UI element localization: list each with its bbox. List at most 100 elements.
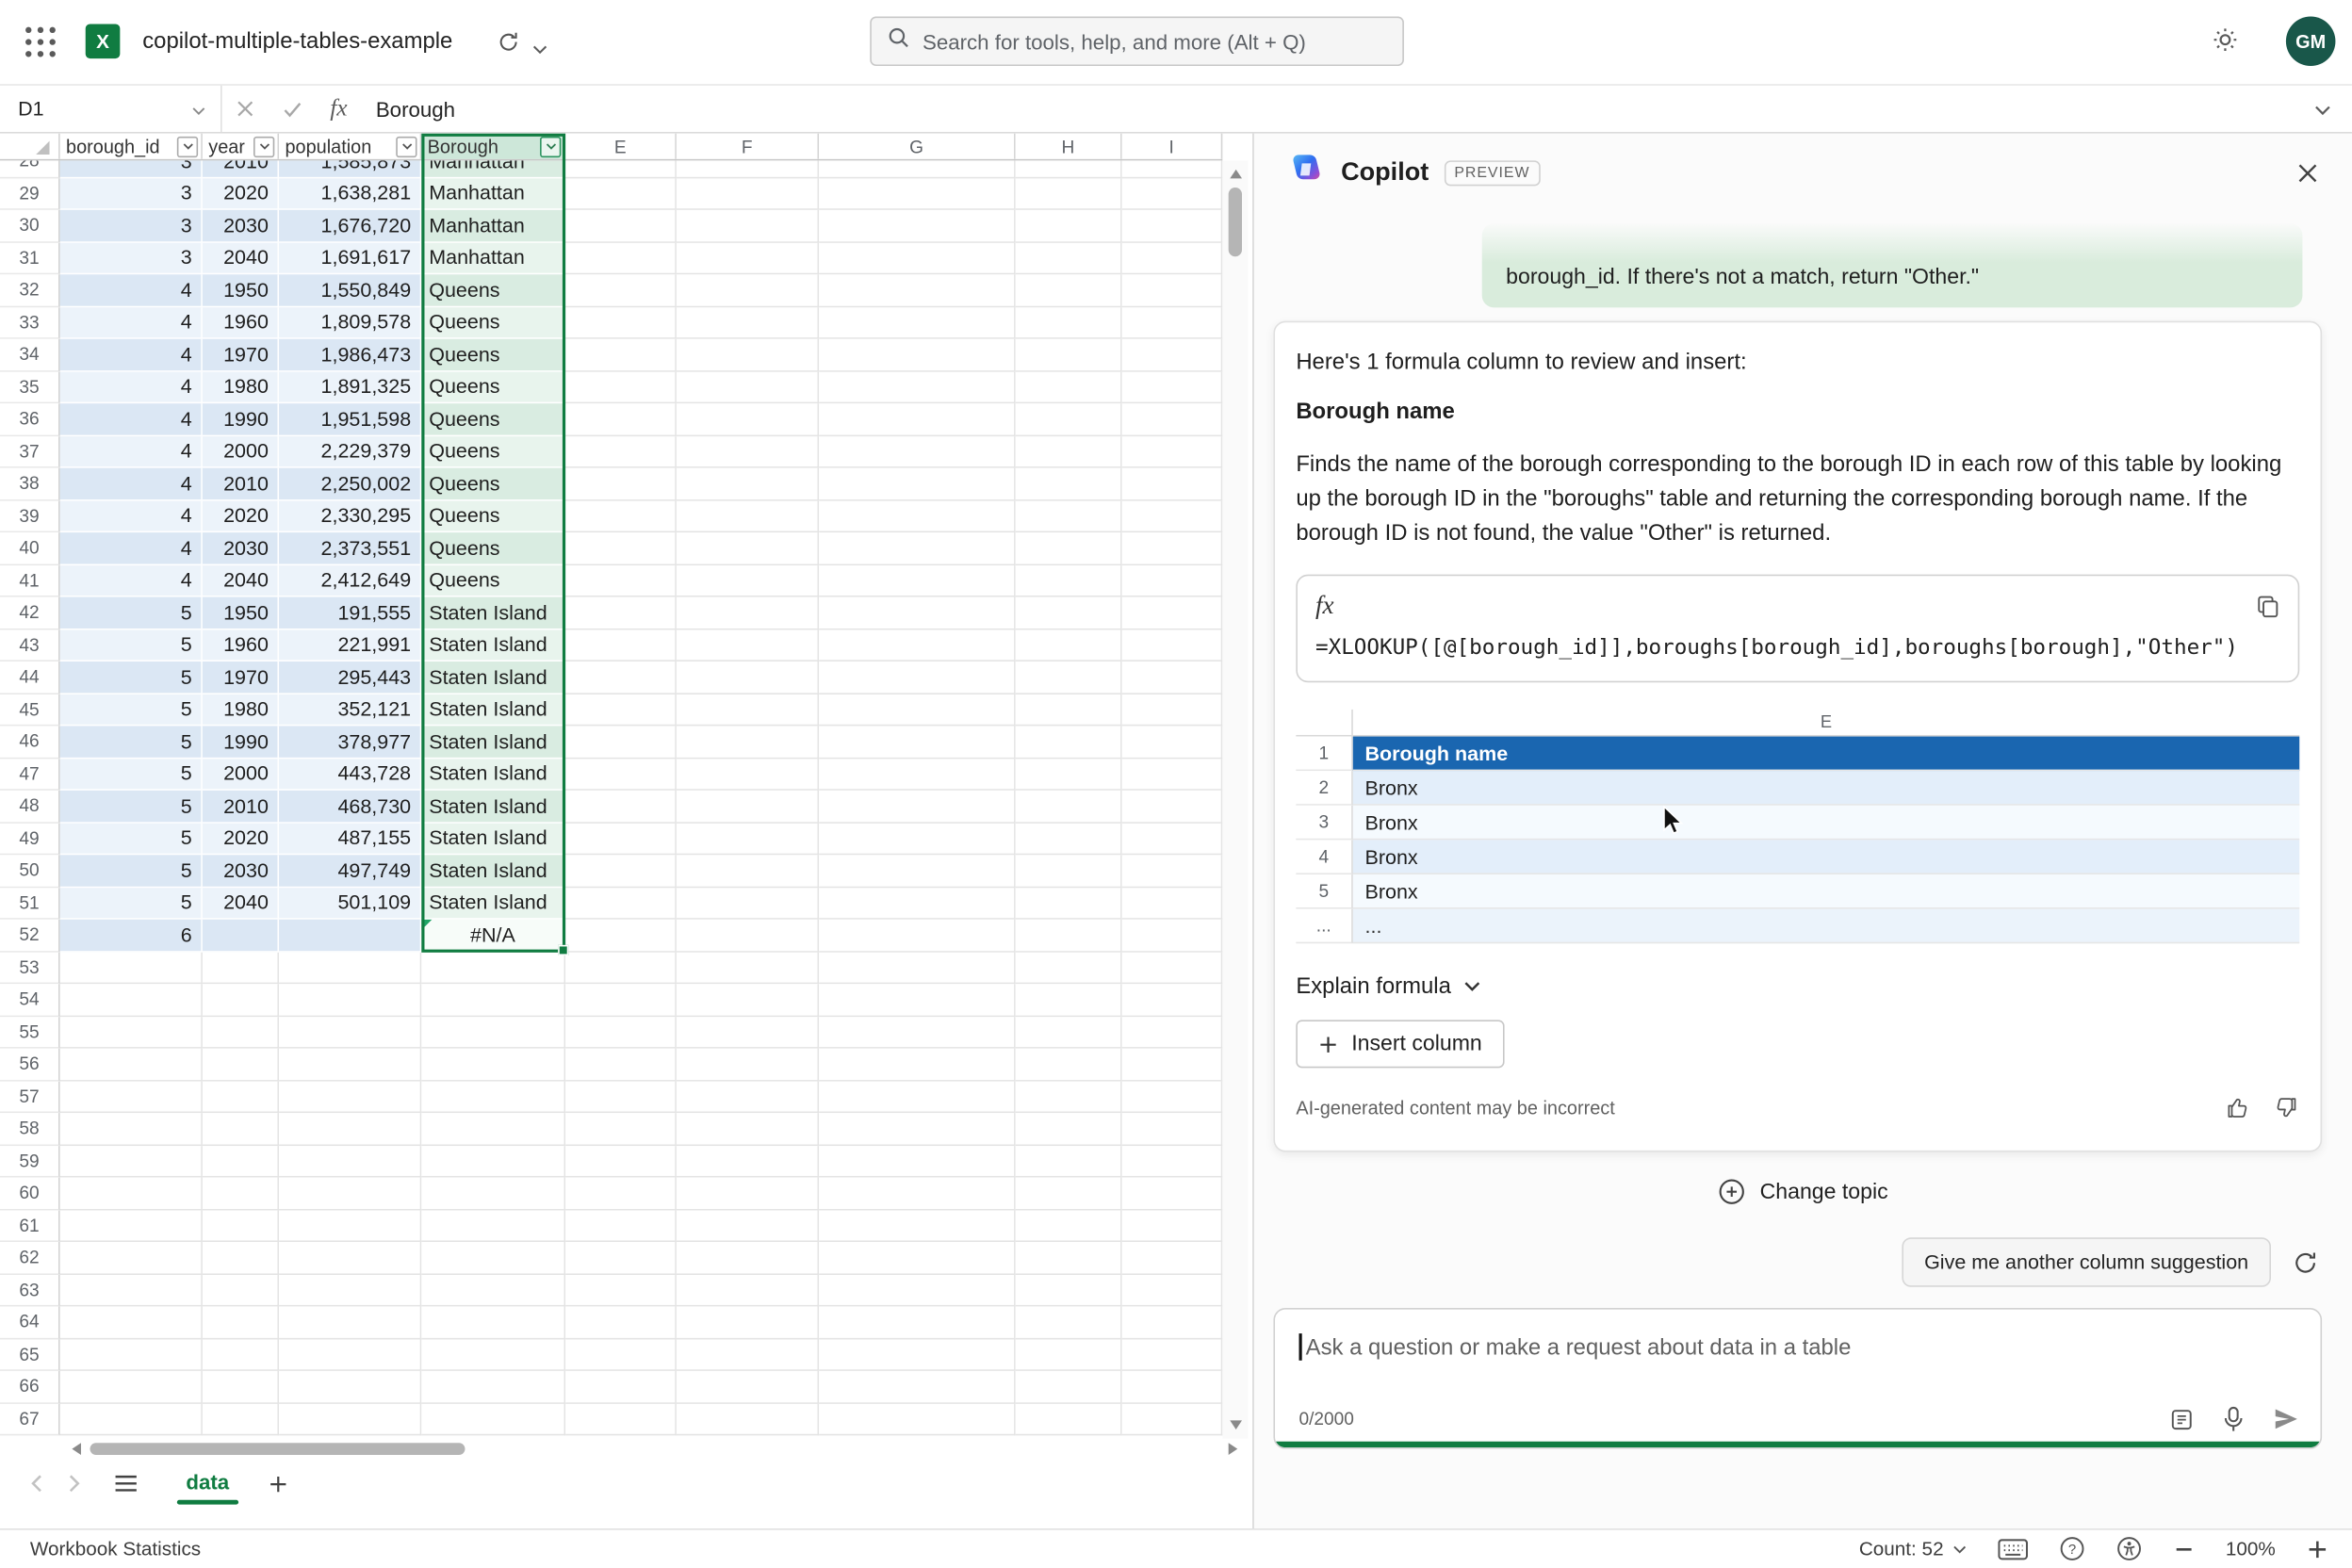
column-header-F[interactable]: F [677,134,819,159]
cell-empty[interactable] [1122,564,1223,596]
cell-empty[interactable] [819,178,1016,210]
cell-empty[interactable] [677,1081,819,1113]
cell-empty[interactable] [1122,1339,1223,1371]
cell-population[interactable]: 487,155 [279,823,421,855]
row-header[interactable]: 43 [0,629,60,662]
cell-borough[interactable]: Queens [421,468,565,500]
change-topic-button[interactable]: Change topic [1706,1171,1900,1212]
cell-borough-id[interactable]: 3 [60,178,203,210]
cell-empty[interactable] [677,210,819,242]
cell-empty[interactable] [203,1242,279,1274]
cell-empty[interactable] [677,242,819,274]
cell-empty[interactable] [1122,759,1223,791]
cell-empty[interactable] [819,403,1016,435]
cell-empty[interactable] [819,274,1016,306]
cell-empty[interactable] [819,371,1016,403]
cell-empty[interactable] [1122,694,1223,726]
vertical-scrollbar[interactable] [1222,160,1248,1438]
row-header[interactable]: 35 [0,371,60,403]
select-all-corner[interactable] [0,134,60,159]
row-header[interactable]: 34 [0,339,60,371]
explain-formula-toggle[interactable]: Explain formula [1296,973,1480,999]
thumbs-up-icon[interactable] [2225,1095,2250,1120]
cell-empty[interactable] [677,662,819,694]
cell-population[interactable]: 191,555 [279,597,421,629]
cell-empty[interactable] [1122,242,1223,274]
cell-empty[interactable] [565,274,677,306]
cell-empty[interactable] [1016,694,1122,726]
cell-empty[interactable] [565,403,677,435]
cell-population[interactable]: 221,991 [279,629,421,662]
cell-empty[interactable] [1122,823,1223,855]
cell-borough[interactable]: Queens [421,500,565,532]
cell-empty[interactable] [819,1016,1016,1048]
cell-empty[interactable] [1016,726,1122,758]
cell-empty[interactable] [819,210,1016,242]
cell-empty[interactable] [421,1306,565,1338]
row-header[interactable]: 42 [0,597,60,629]
cell-empty[interactable] [819,1145,1016,1177]
cell-empty[interactable] [565,1016,677,1048]
cell-empty[interactable] [1016,984,1122,1016]
cell-population[interactable]: 2,412,649 [279,564,421,596]
cell-empty[interactable] [819,307,1016,339]
cell-borough-id[interactable]: 5 [60,597,203,629]
cell-empty[interactable] [677,791,819,823]
document-title[interactable]: copilot-multiple-tables-example [142,28,452,54]
cell-empty[interactable] [677,1403,819,1435]
cell-empty[interactable] [819,242,1016,274]
cell-empty[interactable] [1122,1371,1223,1403]
row-header[interactable]: 32 [0,274,60,306]
cell-empty[interactable] [819,1339,1016,1371]
zoom-out-icon[interactable] [2173,1538,2194,1559]
cell-borough-id[interactable]: 5 [60,694,203,726]
cell-empty[interactable] [819,1371,1016,1403]
cell-empty[interactable] [565,662,677,694]
cell-empty[interactable] [565,791,677,823]
cell-empty[interactable] [677,759,819,791]
filter-button[interactable] [540,136,561,156]
cell-empty[interactable] [565,468,677,500]
copilot-input[interactable]: Ask a question or make a request about d… [1273,1308,2322,1449]
cell-empty[interactable] [203,1274,279,1306]
formula-input[interactable]: Borough [376,97,2314,121]
row-header[interactable]: 64 [0,1306,60,1338]
cell-borough-id[interactable]: 4 [60,435,203,467]
keyboard-shortcuts-icon[interactable] [1998,1538,2028,1559]
cell-empty[interactable] [677,435,819,467]
confirm-entry-icon[interactable] [269,86,317,132]
cell-empty[interactable] [1016,435,1122,467]
cell-empty[interactable] [1016,1178,1122,1210]
cell-empty[interactable] [279,1145,421,1177]
cell-empty[interactable] [421,1049,565,1081]
cell-empty[interactable] [60,952,203,984]
cell-population[interactable]: 295,443 [279,662,421,694]
cell-empty[interactable] [565,726,677,758]
cell-empty[interactable] [565,629,677,662]
cell-year[interactable]: 1990 [203,403,279,435]
cell-empty[interactable] [819,952,1016,984]
cell-empty[interactable] [60,1210,203,1242]
cell-borough-id[interactable]: 5 [60,823,203,855]
column-header-borough-id[interactable]: borough_id [60,134,203,159]
scroll-left-icon[interactable] [72,1443,81,1455]
cell-empty[interactable] [60,1049,203,1081]
cell-empty[interactable] [819,1113,1016,1145]
settings-gear-icon[interactable] [2210,24,2241,59]
cell-empty[interactable] [1016,242,1122,274]
cell-empty[interactable] [203,984,279,1016]
cell-empty[interactable] [1122,888,1223,920]
cell-empty[interactable] [677,339,819,371]
row-header[interactable]: 52 [0,920,60,952]
row-header[interactable]: 67 [0,1403,60,1435]
cell-empty[interactable] [819,694,1016,726]
cell-empty[interactable] [60,1178,203,1210]
cell-empty[interactable] [565,1113,677,1145]
cell-empty[interactable] [565,1210,677,1242]
cell-year[interactable]: 2040 [203,564,279,596]
cell-empty[interactable] [279,1242,421,1274]
cell-empty[interactable] [279,1403,421,1435]
cell-year[interactable]: 2030 [203,532,279,564]
cell-empty[interactable] [1122,1049,1223,1081]
cell-empty[interactable] [279,1339,421,1371]
